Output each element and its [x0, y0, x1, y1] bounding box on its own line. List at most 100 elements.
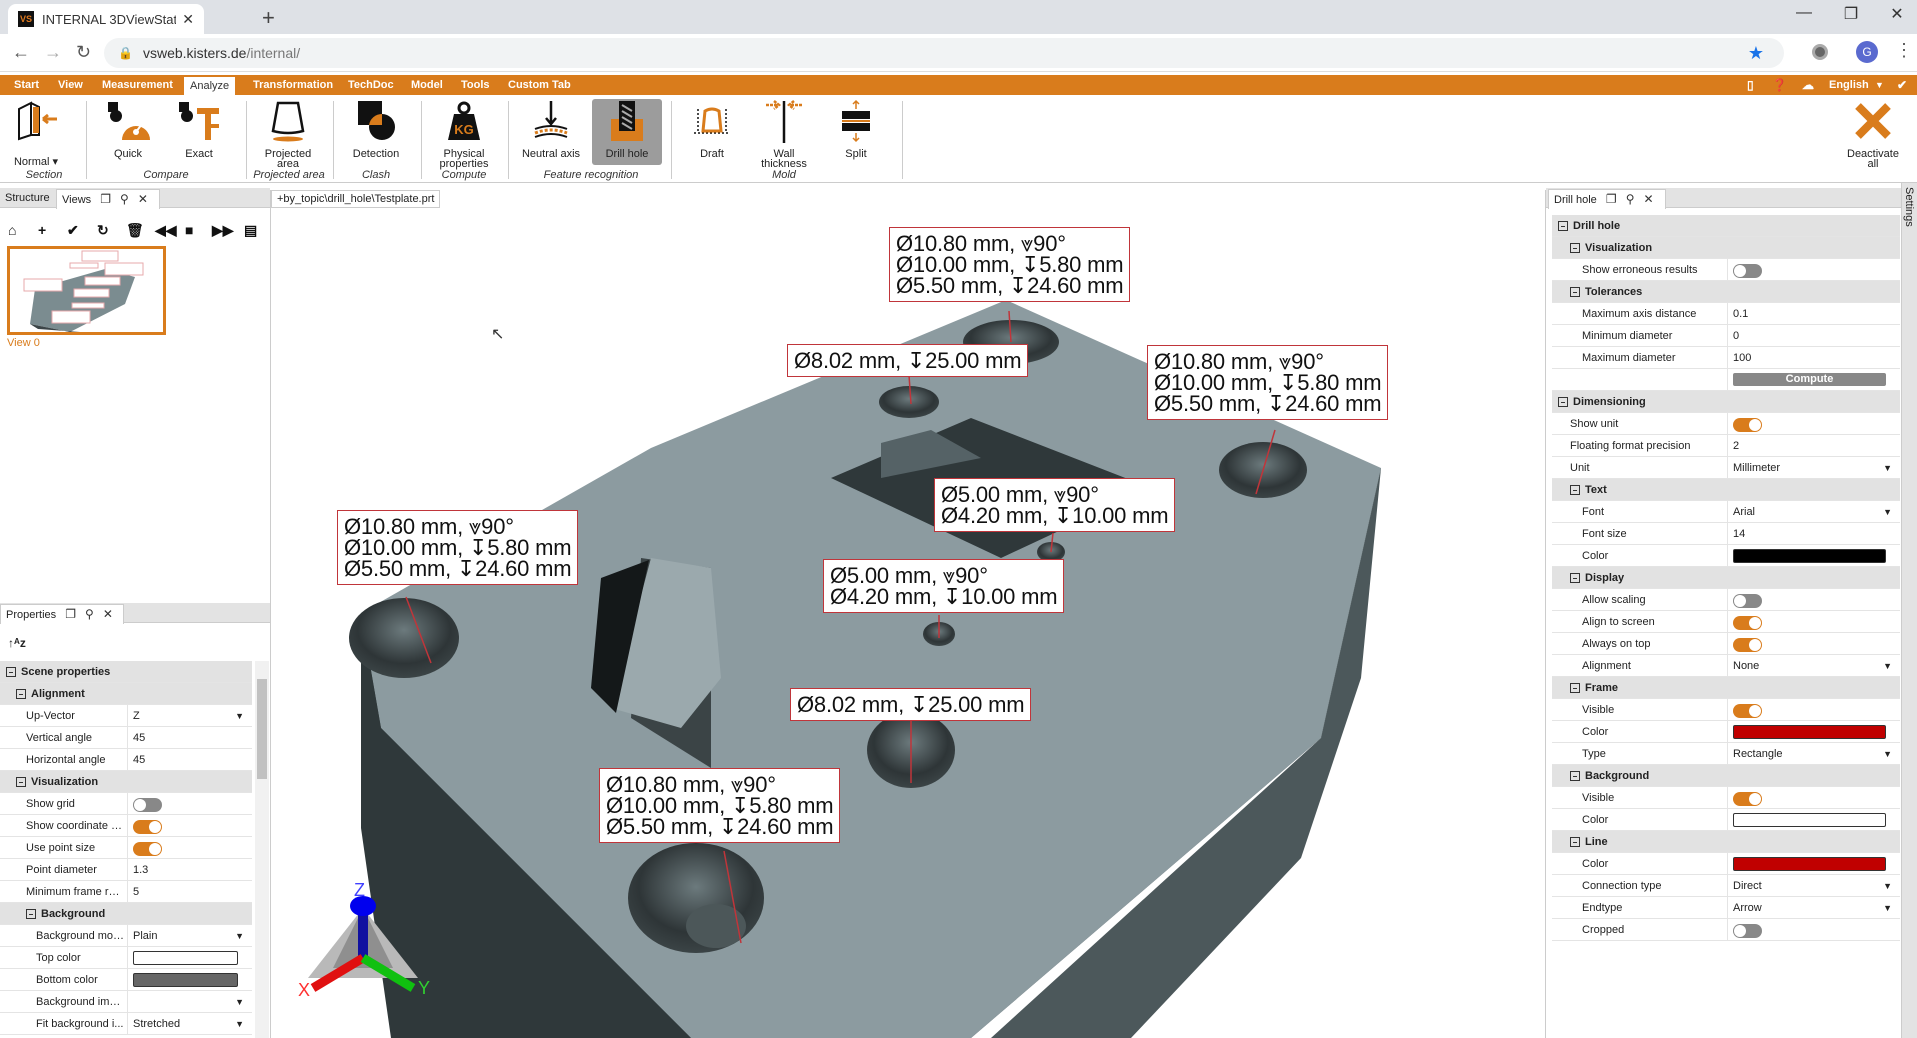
check-all-icon[interactable]: ✔: [67, 222, 79, 239]
toggle-switch[interactable]: [1733, 638, 1762, 652]
property-toggle-cell[interactable]: [127, 793, 252, 815]
menu-transformation[interactable]: Transformation: [247, 75, 339, 95]
pdf-export-icon[interactable]: ▤: [244, 222, 257, 239]
property-section[interactable]: Background: [0, 903, 252, 925]
property-button-cell[interactable]: Compute: [1727, 369, 1900, 391]
property-toggle-cell[interactable]: [1727, 413, 1900, 435]
dropdown-arrow-icon[interactable]: ▼: [1883, 655, 1892, 677]
collapse-icon[interactable]: [1570, 573, 1580, 583]
close-icon[interactable]: ✕: [138, 192, 148, 206]
drill-hole-dimension-label[interactable]: Ø8.02 mm, ↧25.00 mm: [790, 688, 1032, 721]
tab-structure[interactable]: Structure: [0, 189, 55, 209]
settings-sidebar-tab[interactable]: Settings: [1901, 183, 1917, 1038]
projected-area-button[interactable]: Projected area: [254, 99, 322, 170]
fast-forward-icon[interactable]: ▶▶: [212, 222, 234, 239]
pin-icon[interactable]: ⚲: [120, 192, 129, 206]
language-dropdown-icon[interactable]: ▼: [1875, 75, 1884, 95]
bookmark-star-icon[interactable]: ★: [1748, 43, 1764, 64]
section-normal-button[interactable]: Normal ▾: [8, 99, 64, 168]
wall-thickness-button[interactable]: Wall thickness: [752, 99, 816, 170]
toggle-switch[interactable]: [1733, 924, 1762, 938]
color-swatch[interactable]: [1733, 549, 1886, 563]
dropdown-arrow-icon[interactable]: ▼: [1883, 501, 1892, 523]
axis-triad[interactable]: Z X Y: [288, 868, 438, 998]
3d-viewport[interactable]: Ø10.80 mm, ⩔90° Ø10.00 mm, ↧5.80 mm Ø5.50 …: [271, 208, 1545, 1038]
dropdown-arrow-icon[interactable]: ▼: [1883, 875, 1892, 897]
drill-hole-dimension-label[interactable]: Ø10.80 mm, ⩔90° Ø10.00 mm, ↧5.80 mm Ø5.50 …: [889, 227, 1131, 302]
property-toggle-cell[interactable]: [1727, 589, 1900, 611]
pin-icon[interactable]: ⚲: [1626, 192, 1635, 206]
collapse-icon[interactable]: [26, 909, 36, 919]
delete-icon[interactable]: 🗑: [126, 222, 144, 239]
collapse-icon[interactable]: [1570, 683, 1580, 693]
property-section[interactable]: Scene properties: [0, 661, 252, 683]
add-view-icon[interactable]: +: [38, 222, 46, 238]
property-section[interactable]: Dimensioning: [1552, 391, 1900, 413]
property-section[interactable]: Tolerances: [1552, 281, 1900, 303]
dropdown-arrow-icon[interactable]: ▼: [235, 991, 244, 1013]
color-swatch[interactable]: [1733, 857, 1886, 871]
property-section[interactable]: Background: [1552, 765, 1900, 787]
view-thumbnail[interactable]: [7, 246, 166, 335]
drill-hole-button[interactable]: Drill hole: [592, 99, 662, 165]
drill-hole-dimension-label[interactable]: Ø8.02 mm, ↧25.00 mm: [787, 344, 1029, 377]
color-swatch[interactable]: [1733, 813, 1886, 827]
profile-avatar[interactable]: G: [1856, 41, 1878, 63]
home-icon[interactable]: ⌂: [8, 222, 16, 238]
color-swatch[interactable]: [1733, 725, 1886, 739]
property-value-input[interactable]: 45: [127, 727, 252, 749]
scrollbar-thumb[interactable]: [257, 679, 267, 779]
property-section[interactable]: Line: [1552, 831, 1900, 853]
compute-button[interactable]: Compute: [1733, 373, 1886, 386]
toggle-switch[interactable]: [133, 820, 162, 834]
new-tab-icon[interactable]: +: [262, 5, 275, 31]
property-value-input[interactable]: 2: [1727, 435, 1900, 457]
color-swatch[interactable]: [133, 951, 238, 965]
property-toggle-cell[interactable]: [127, 837, 252, 859]
property-value-input[interactable]: 0.1: [1727, 303, 1900, 325]
forward-icon[interactable]: →: [44, 42, 62, 63]
toggle-switch[interactable]: [1733, 616, 1762, 630]
compare-quick-button[interactable]: Quick: [100, 99, 156, 160]
collapse-icon[interactable]: [1558, 221, 1568, 231]
compare-exact-button[interactable]: Exact: [171, 99, 227, 160]
property-toggle-cell[interactable]: [127, 815, 252, 837]
clash-detection-button[interactable]: Detection: [344, 99, 408, 160]
property-value-input[interactable]: 1.3: [127, 859, 252, 881]
rewind-icon[interactable]: ◀◀: [155, 222, 177, 239]
property-section[interactable]: Frame: [1552, 677, 1900, 699]
menu-start[interactable]: Start: [8, 75, 45, 95]
collapse-icon[interactable]: [1570, 485, 1580, 495]
drill-hole-dimension-label[interactable]: Ø10.80 mm, ⩔90° Ø10.00 mm, ↧5.80 mm Ø5.50 …: [599, 768, 841, 843]
close-icon[interactable]: ✕: [103, 607, 113, 621]
back-icon[interactable]: ←: [12, 42, 30, 63]
property-value-input[interactable]: 14: [1727, 523, 1900, 545]
toggle-switch[interactable]: [1733, 418, 1762, 432]
property-color-cell[interactable]: [1727, 545, 1900, 567]
property-value-input[interactable]: 5: [127, 881, 252, 903]
neutral-axis-button[interactable]: Neutral axis: [518, 99, 584, 160]
property-color-cell[interactable]: [127, 969, 252, 991]
property-select[interactable]: Millimeter ▼: [1727, 457, 1900, 479]
property-select[interactable]: ▼: [127, 991, 252, 1013]
property-value-input[interactable]: 100: [1727, 347, 1900, 369]
menu-measurement[interactable]: Measurement: [96, 75, 179, 95]
toggle-switch[interactable]: [1733, 792, 1762, 806]
sort-alphabetical-icon[interactable]: ↑ᴬz: [8, 636, 26, 650]
property-color-cell[interactable]: [1727, 721, 1900, 743]
browser-menu-icon[interactable]: ⋮: [1895, 40, 1913, 61]
stop-icon[interactable]: ■: [185, 222, 193, 238]
split-button[interactable]: Split: [826, 99, 886, 160]
dropdown-arrow-icon[interactable]: ▼: [1883, 897, 1892, 919]
menu-view[interactable]: View: [52, 75, 89, 95]
property-select[interactable]: Arrow ▼: [1727, 897, 1900, 919]
toggle-switch[interactable]: [1733, 594, 1762, 608]
document-tab[interactable]: +by_topic\drill_hole\Testplate.prt: [271, 190, 441, 208]
reload-icon[interactable]: ↻: [76, 42, 91, 63]
drill-hole-dimension-label[interactable]: Ø5.00 mm, ⩔90° Ø4.20 mm, ↧10.00 mm: [823, 559, 1065, 613]
float-window-icon[interactable]: ❐: [1606, 192, 1617, 206]
property-section[interactable]: Visualization: [0, 771, 252, 793]
toggle-switch[interactable]: [133, 798, 162, 812]
close-icon[interactable]: ✕: [1644, 192, 1654, 206]
float-window-icon[interactable]: ❐: [100, 192, 111, 206]
